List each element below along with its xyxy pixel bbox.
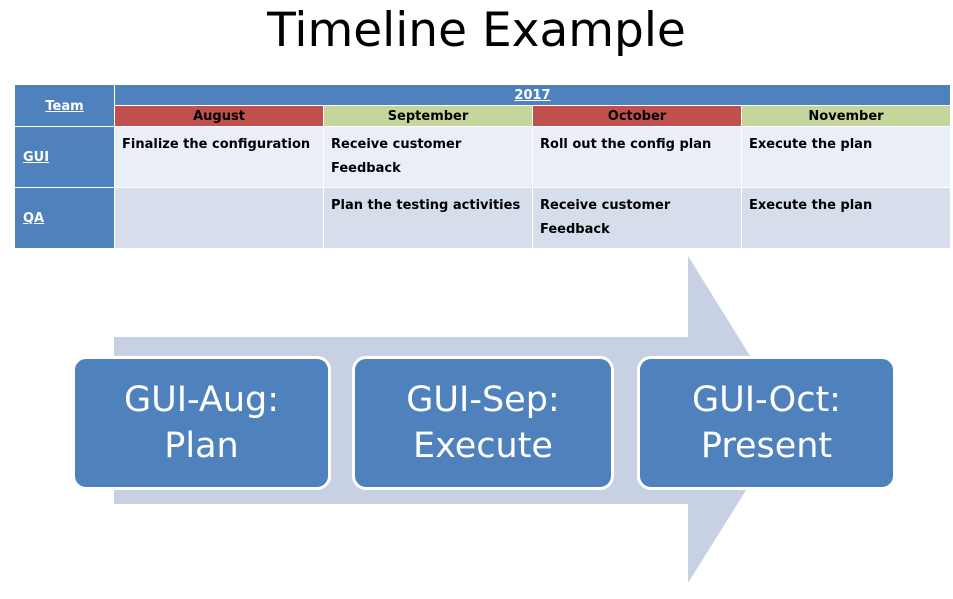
task-cell-qa-september: Plan the testing activities [323,187,533,249]
process-box-gui-sep[interactable]: GUI-Sep: Execute [352,356,614,490]
month-header-november: November [741,105,951,127]
process-box-gui-oct[interactable]: GUI-Oct: Present [637,356,896,490]
process-flow: GUI-Aug: Plan GUI-Sep: Execute GUI-Oct: Pre… [0,250,953,599]
team-header-label: Team [45,98,84,114]
task-cell-gui-november: Execute the plan [741,126,951,188]
team-name-gui: GUI [14,126,115,188]
month-header-august: August [114,105,324,127]
process-box-gui-aug[interactable]: GUI-Aug: Plan [72,356,331,490]
task-cell-qa-august [114,187,324,249]
task-cell-qa-october: Receive customer Feedback [532,187,742,249]
process-box-text: GUI-Aug: Plan [123,380,280,466]
year-header: 2017 [114,84,951,106]
team-name-label: QA [23,211,45,226]
page-title: Timeline Example [267,3,686,58]
task-cell-qa-november: Execute the plan [741,187,951,249]
task-cell-gui-september: Receive customer Feedback [323,126,533,188]
table-row: QA Plan the testing activities Receive c… [14,187,951,249]
task-cell-gui-august: Finalize the configuration [114,126,324,188]
table-header-row-months: August September October November [15,105,951,127]
month-header-october: October [532,105,742,127]
process-box-text: GUI-Sep: Execute [406,380,560,466]
team-column-header: Team [14,84,115,127]
table-row: GUI Finalize the configuration Receive c… [14,126,951,188]
year-header-label: 2017 [514,88,551,103]
team-name-label: GUI [23,150,50,165]
table-header-row-year: Team 2017 [14,84,951,127]
task-cell-gui-october: Roll out the config plan [532,126,742,188]
timeline-table: Team 2017 August September October Novem… [14,84,951,249]
team-name-qa: QA [14,187,115,249]
process-box-text: GUI-Oct: Present [692,380,841,466]
month-header-september: September [323,105,533,127]
